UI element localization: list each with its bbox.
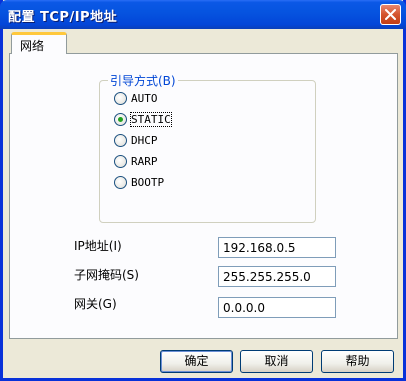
close-button[interactable] xyxy=(380,4,401,25)
radio-dhcp-label: DHCP xyxy=(131,134,158,147)
tab-network[interactable]: 网络 xyxy=(11,32,67,54)
radio-static-label: STATIC xyxy=(130,112,172,127)
radio-button[interactable] xyxy=(114,134,127,147)
radio-bootp-label: BOOTP xyxy=(131,176,165,189)
ip-address-field[interactable]: 192.168.0.5 xyxy=(218,237,336,258)
help-button[interactable]: 帮助 xyxy=(321,350,394,373)
gateway-field[interactable]: 0.0.0.0 xyxy=(218,297,336,318)
ip-address-label: IP地址(I) xyxy=(74,239,122,253)
gateway-label: 网关(G) xyxy=(74,297,117,311)
title-bar[interactable]: 配置 TCP/IP地址 xyxy=(0,0,406,29)
close-icon xyxy=(385,9,396,20)
radio-button[interactable] xyxy=(114,155,127,168)
radio-selected-dot xyxy=(118,117,123,122)
radio-button[interactable] xyxy=(114,176,127,189)
tab-network-label: 网络 xyxy=(20,39,45,53)
radio-button-selected[interactable] xyxy=(114,113,127,126)
boot-method-label: 引导方式(B) xyxy=(108,72,178,89)
boot-method-group: 引导方式(B) AUTO STATIC DHCP RARP BOOTP xyxy=(99,72,316,223)
tcpip-config-dialog: 配置 TCP/IP地址 网络 引导方式(B) AUTO STATIC DHCP xyxy=(0,0,406,381)
radio-rarp-label: RARP xyxy=(131,155,158,168)
subnet-mask-value: 255.255.255.0 xyxy=(223,270,311,284)
gateway-value: 0.0.0.0 xyxy=(223,301,265,315)
radio-auto-label: AUTO xyxy=(131,92,158,105)
subnet-mask-field[interactable]: 255.255.255.0 xyxy=(218,266,336,287)
subnet-mask-label: 子网掩码(S) xyxy=(74,268,139,282)
tab-panel-network: 引导方式(B) AUTO STATIC DHCP RARP BOOTP IP地址… xyxy=(9,53,398,339)
ip-address-value: 192.168.0.5 xyxy=(223,241,296,255)
cancel-button[interactable]: 取消 xyxy=(240,350,313,373)
window-title: 配置 TCP/IP地址 xyxy=(8,10,118,25)
radio-button[interactable] xyxy=(114,92,127,105)
ok-button[interactable]: 确定 xyxy=(160,350,233,373)
